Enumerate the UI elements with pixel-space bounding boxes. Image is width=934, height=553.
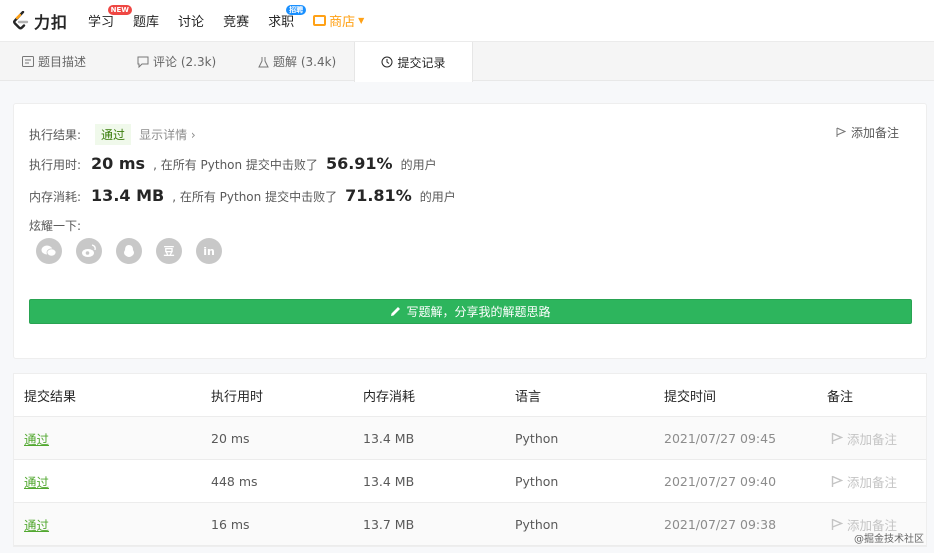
show-detail-link[interactable]: 显示详情 › bbox=[139, 126, 196, 143]
memory-cell: 13.4 MB bbox=[363, 474, 415, 489]
douban-icon[interactable]: 豆 bbox=[156, 238, 182, 264]
logo-text: 力扣 bbox=[34, 12, 69, 32]
add-remark-button[interactable]: 添加备注 bbox=[831, 417, 897, 460]
runtime-percentile: 56.91% bbox=[325, 154, 393, 173]
table-row: 通过 20 ms 13.4 MB Python 2021/07/27 09:45… bbox=[14, 417, 926, 460]
memory-row: 内存消耗: 13.4 MB , 在所有 Python 提交中击败了 71.81%… bbox=[29, 186, 456, 205]
linkedin-icon[interactable]: in bbox=[196, 238, 222, 264]
submit-time-cell: 2021/07/27 09:38 bbox=[664, 517, 777, 532]
tab-description[interactable]: 题目描述 bbox=[22, 42, 86, 81]
header-status[interactable]: 提交结果 bbox=[24, 374, 76, 417]
share-icons: 豆 in bbox=[36, 238, 236, 264]
hiring-badge: 招聘 bbox=[286, 4, 307, 15]
memory-percentile: 71.81% bbox=[345, 186, 412, 205]
problem-tabs: 题目描述 评论 (2.3k) 题解 (3.4k) 提交记录 bbox=[0, 42, 934, 82]
top-nav: 力扣 学习 NEW 题库 讨论 竞赛 求职 招聘 商店 ▼ bbox=[0, 0, 934, 42]
flag-icon bbox=[831, 518, 843, 530]
submission-result-card: 执行结果: 通过 显示详情 › 添加备注 执行用时: 20 ms , 在所有 P… bbox=[13, 103, 927, 359]
memory-cell: 13.7 MB bbox=[363, 517, 415, 532]
nav-learn[interactable]: 学习 NEW bbox=[88, 0, 133, 42]
submit-time-cell: 2021/07/27 09:40 bbox=[664, 474, 777, 489]
qq-glyph bbox=[124, 244, 134, 257]
language-cell: Python bbox=[515, 474, 559, 489]
status-badge: 通过 bbox=[95, 124, 132, 145]
weibo-glyph bbox=[82, 244, 96, 257]
header-memory[interactable]: 内存消耗 bbox=[363, 374, 415, 417]
share-label: 炫耀一下: bbox=[29, 219, 82, 233]
flag-icon bbox=[831, 475, 843, 487]
status-link[interactable]: 通过 bbox=[24, 503, 49, 546]
nav-problems[interactable]: 题库 bbox=[133, 0, 159, 42]
language-cell: Python bbox=[515, 431, 559, 446]
nav-discuss[interactable]: 讨论 bbox=[178, 0, 204, 42]
runtime-cell: 16 ms bbox=[211, 517, 250, 532]
runtime-cell: 20 ms bbox=[211, 431, 250, 446]
header-runtime[interactable]: 执行用时 bbox=[211, 374, 263, 417]
write-solution-button[interactable]: 写题解，分享我的解题思路 bbox=[29, 299, 912, 324]
table-row: 通过 16 ms 13.7 MB Python 2021/07/27 09:38… bbox=[14, 503, 926, 546]
table-header: 提交结果 执行用时 内存消耗 语言 提交时间 备注 bbox=[14, 374, 926, 417]
add-remark-button[interactable]: 添加备注 bbox=[831, 460, 897, 503]
flag-icon bbox=[831, 432, 843, 444]
language-cell: Python bbox=[515, 517, 559, 532]
clock-icon bbox=[381, 56, 393, 68]
new-badge: NEW bbox=[107, 4, 133, 15]
nav-jobs[interactable]: 求职 招聘 bbox=[268, 0, 307, 42]
flask-icon bbox=[258, 56, 269, 67]
wechat-glyph bbox=[41, 245, 57, 257]
comment-icon bbox=[137, 56, 149, 68]
tab-comments[interactable]: 评论 (2.3k) bbox=[137, 42, 216, 81]
add-note-button[interactable]: 添加备注 bbox=[836, 124, 899, 141]
tab-submissions[interactable]: 提交记录 bbox=[354, 42, 473, 82]
runtime-cell: 448 ms bbox=[211, 474, 258, 489]
status-link[interactable]: 通过 bbox=[24, 417, 49, 460]
nav-contest[interactable]: 竞赛 bbox=[223, 0, 249, 42]
submission-table: 提交结果 执行用时 内存消耗 语言 提交时间 备注 通过 20 ms 13.4 … bbox=[13, 373, 927, 547]
runtime-value: 20 ms bbox=[91, 154, 146, 173]
header-language[interactable]: 语言 bbox=[515, 374, 541, 417]
header-submit-time[interactable]: 提交时间 bbox=[664, 374, 716, 417]
status-link[interactable]: 通过 bbox=[24, 460, 49, 503]
submit-time-cell: 2021/07/27 09:45 bbox=[664, 431, 777, 446]
watermark: @掘金技术社区 bbox=[854, 534, 924, 545]
document-icon bbox=[22, 56, 34, 67]
logo[interactable]: 力扣 bbox=[12, 0, 68, 42]
memory-value: 13.4 MB bbox=[91, 186, 165, 205]
nav-store[interactable]: 商店 ▼ bbox=[313, 0, 364, 42]
result-row: 执行结果: 通过 显示详情 › bbox=[29, 124, 196, 145]
tab-solutions[interactable]: 题解 (3.4k) bbox=[258, 42, 336, 81]
runtime-row: 执行用时: 20 ms , 在所有 Python 提交中击败了 56.91% 的… bbox=[29, 154, 437, 173]
weibo-icon[interactable] bbox=[76, 238, 102, 264]
pencil-icon bbox=[391, 307, 401, 316]
memory-cell: 13.4 MB bbox=[363, 431, 415, 446]
caret-down-icon: ▼ bbox=[358, 16, 365, 25]
store-icon bbox=[313, 15, 327, 26]
wechat-icon[interactable] bbox=[36, 238, 62, 264]
table-row: 通过 448 ms 13.4 MB Python 2021/07/27 09:4… bbox=[14, 460, 926, 503]
leetcode-logo-icon bbox=[13, 10, 29, 29]
qq-icon[interactable] bbox=[116, 238, 142, 264]
header-remark: 备注 bbox=[827, 390, 854, 405]
flag-icon bbox=[836, 127, 846, 137]
